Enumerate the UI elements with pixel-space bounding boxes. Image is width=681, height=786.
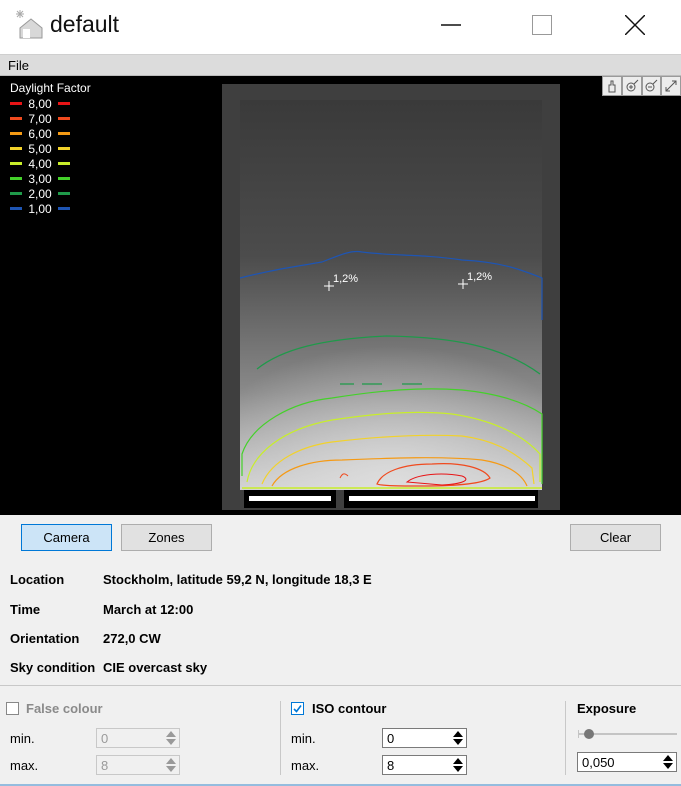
legend-swatch (58, 207, 70, 210)
false-colour-max-value: 8 (101, 758, 109, 773)
menu-bar: File (0, 54, 681, 76)
iso-contour-max-label: max. (291, 758, 320, 773)
legend-item: 7,00 (10, 111, 91, 126)
orientation-label: Orientation (10, 631, 80, 646)
marker-label-2: 1,2% (467, 271, 492, 283)
control-panel: Camera Zones Clear Location Stockholm, l… (0, 515, 681, 786)
spin-arrows-icon[interactable] (163, 729, 179, 747)
iso-contour-min-label: min. (291, 731, 316, 746)
title-bar: default (0, 0, 681, 54)
app-house-icon (14, 8, 44, 42)
false-colour-max-spinbox[interactable]: 8 (96, 755, 180, 775)
legend-swatch (10, 177, 22, 180)
legend-swatch (58, 132, 70, 135)
time-value: March at 12:00 (103, 602, 194, 617)
legend-swatch (58, 117, 70, 120)
legend-value: 1,00 (28, 201, 52, 216)
legend-value: 5,00 (28, 141, 52, 156)
legend-swatch (58, 147, 70, 150)
false-colour-min-value: 0 (101, 731, 109, 746)
legend-swatch (58, 177, 70, 180)
legend-title: Daylight Factor (10, 81, 91, 95)
legend-swatch (10, 147, 22, 150)
room-render: 1,2% 1,2% (222, 84, 560, 510)
fit-icon[interactable] (661, 76, 681, 96)
legend-swatch (58, 102, 70, 105)
legend-value: 2,00 (28, 186, 52, 201)
time-label: Time (10, 602, 41, 617)
exposure-value: 0,050 (582, 755, 615, 770)
iso-contour-max-value: 8 (387, 758, 395, 773)
false-colour-min-label: min. (10, 731, 35, 746)
iso-contour-max-spinbox[interactable]: 8 (382, 755, 467, 775)
maximize-button[interactable] (519, 0, 565, 50)
legend-swatch (10, 117, 22, 120)
render-viewport[interactable]: Daylight Factor 8,00 7,00 6,00 5,00 4,00 3,00… (0, 76, 681, 515)
legend-swatch (58, 162, 70, 165)
legend-swatch (10, 192, 22, 195)
false-colour-checkbox[interactable] (6, 702, 19, 715)
legend-item: 4,00 (10, 156, 91, 171)
sky-condition-value: CIE overcast sky (103, 660, 208, 675)
legend-value: 4,00 (28, 156, 52, 171)
legend-item: 6,00 (10, 126, 91, 141)
marker-label-1: 1,2% (333, 273, 358, 285)
legend-swatch (10, 162, 22, 165)
legend-value: 6,00 (28, 126, 52, 141)
legend-item: 2,00 (10, 186, 91, 201)
divider (280, 701, 281, 775)
legend-value: 7,00 (28, 111, 52, 126)
spin-arrows-icon[interactable] (450, 756, 466, 774)
legend-item: 3,00 (10, 171, 91, 186)
location-label: Location (10, 572, 65, 587)
camera-button[interactable]: Camera (21, 524, 112, 551)
iso-contour-min-value: 0 (387, 731, 395, 746)
legend-swatch (10, 132, 22, 135)
zones-button[interactable]: Zones (121, 524, 212, 551)
spin-arrows-icon[interactable] (163, 756, 179, 774)
legend-swatch (58, 192, 70, 195)
iso-contour-checkbox[interactable] (291, 702, 304, 715)
false-colour-max-label: max. (10, 758, 39, 773)
minimize-button[interactable] (428, 0, 474, 50)
window-title: default (50, 11, 120, 37)
sky-condition-label: Sky condition (10, 660, 96, 675)
exposure-slider-thumb[interactable] (584, 729, 594, 739)
divider (565, 701, 566, 775)
legend-item: 1,00 (10, 201, 91, 216)
zoom-out-icon[interactable] (641, 76, 662, 96)
view-toolbox (602, 76, 681, 96)
iso-contour-min-spinbox[interactable]: 0 (382, 728, 467, 748)
iso-contour-label: ISO contour (312, 701, 387, 716)
legend-swatch (10, 102, 22, 105)
legend-item: 5,00 (10, 141, 91, 156)
legend-swatch (10, 207, 22, 210)
close-button[interactable] (612, 0, 658, 50)
spin-arrows-icon[interactable] (450, 729, 466, 747)
menu-file[interactable]: File (8, 58, 29, 73)
location-value: Stockholm, latitude 59,2 N, longitude 18… (103, 572, 372, 587)
spin-arrows-icon[interactable] (660, 753, 676, 771)
daylight-legend: Daylight Factor 8,00 7,00 6,00 5,00 4,00 3,00… (10, 81, 91, 216)
false-colour-min-spinbox[interactable]: 0 (96, 728, 180, 748)
legend-item: 8,00 (10, 96, 91, 111)
exposure-slider-tick (578, 730, 579, 738)
zoom-in-icon[interactable] (621, 76, 642, 96)
clear-button[interactable]: Clear (570, 524, 661, 551)
pan-icon[interactable] (602, 76, 622, 96)
divider (0, 685, 681, 686)
orientation-value: 272,0 CW (103, 631, 161, 646)
legend-value: 8,00 (28, 96, 52, 111)
exposure-label: Exposure (577, 701, 637, 716)
false-colour-label: False colour (26, 701, 103, 716)
legend-value: 3,00 (28, 171, 52, 186)
exposure-spinbox[interactable]: 0,050 (577, 752, 677, 772)
